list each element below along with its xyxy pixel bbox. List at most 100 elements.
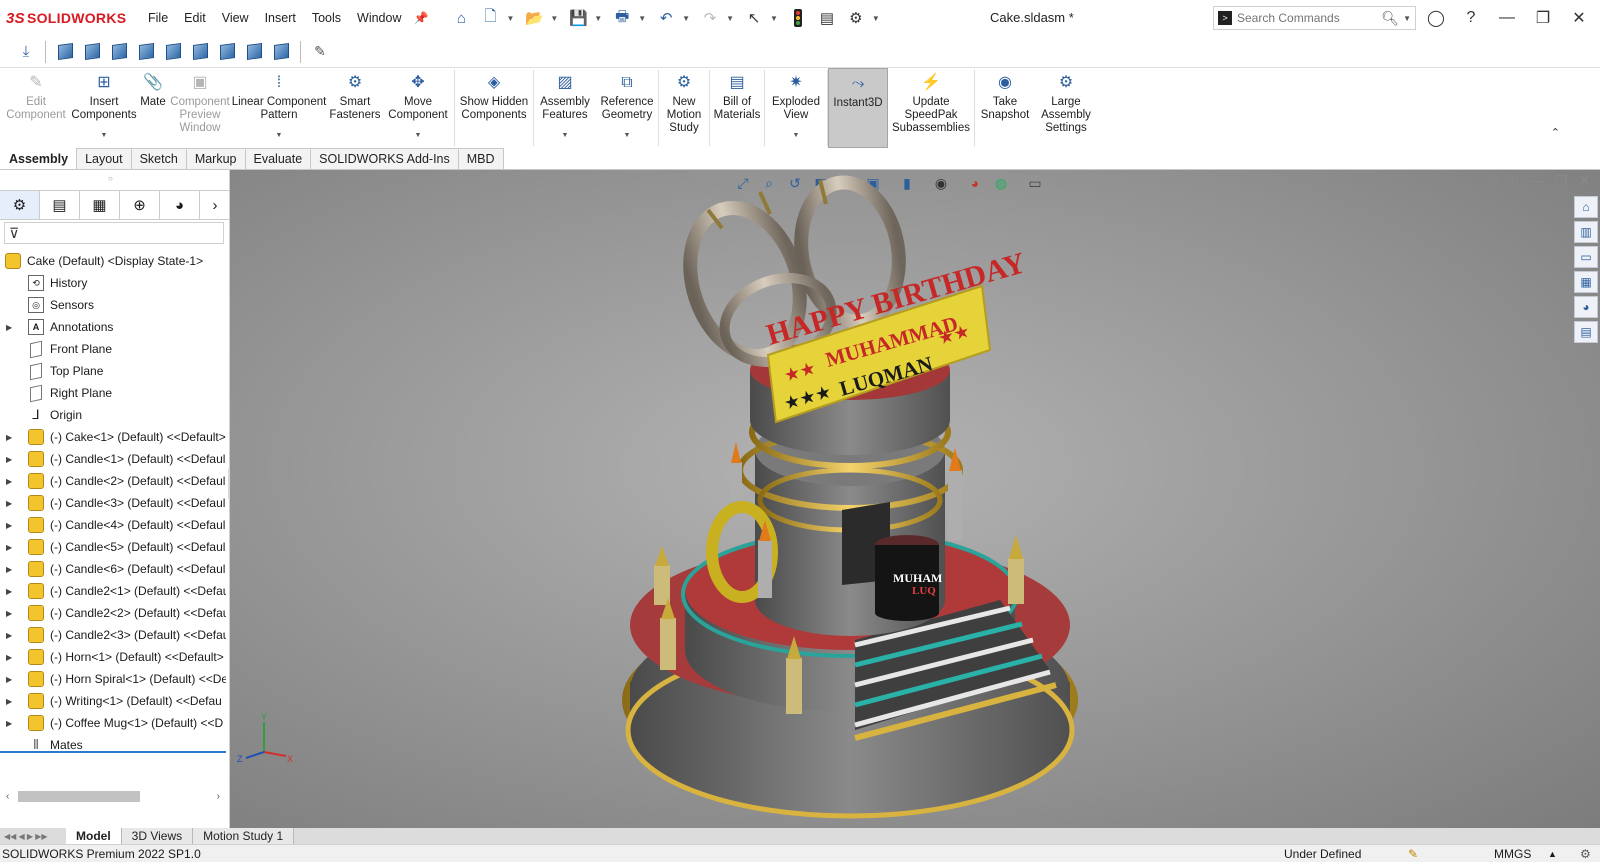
tree-item[interactable]: ▶ (-) Writing<1> (Default) <<Defau <box>0 690 226 712</box>
tree-item[interactable]: ▶ (-) Candle<2> (Default) <<Defaul <box>0 470 226 492</box>
view-selector-icon[interactable]: ✎ <box>308 40 332 64</box>
expand-arrow-icon[interactable]: ▶ <box>6 631 12 640</box>
chevron-down-icon[interactable]: ▼ <box>276 129 283 142</box>
pin-icon[interactable]: 📌 <box>414 11 429 25</box>
tree-item[interactable]: ▶ (-) Candle<3> (Default) <<Defaul <box>0 492 226 514</box>
chevron-right-icon[interactable]: › <box>200 191 230 219</box>
unit-system[interactable]: MMGS <box>1494 847 1531 861</box>
expand-arrow-icon[interactable]: ▶ <box>6 675 12 684</box>
tree-root[interactable]: Cake (Default) <Display State-1> <box>0 250 226 272</box>
chevron-down-icon[interactable]: ▼ <box>506 14 514 23</box>
expand-arrow-icon[interactable]: ▶ <box>6 499 12 508</box>
bottom-view-icon[interactable] <box>188 40 212 64</box>
minimize-icon[interactable]: — <box>1495 6 1519 30</box>
close-icon[interactable]: ✕ <box>1567 6 1591 30</box>
expand-arrow-icon[interactable]: ▶ <box>6 455 12 464</box>
chevron-down-icon[interactable]: ▼ <box>770 14 778 23</box>
tab-3d-views[interactable]: 3D Views <box>121 828 194 844</box>
tree-item[interactable]: ▶ (-) Candle<5> (Default) <<Defaul <box>0 536 226 558</box>
front-view-icon[interactable] <box>53 40 77 64</box>
tree-item[interactable]: ⟲ History <box>0 272 226 294</box>
scroll-right-icon[interactable]: › <box>217 791 220 802</box>
expand-arrow-icon[interactable]: ▶ <box>6 565 12 574</box>
menu-tools[interactable]: Tools <box>304 11 349 25</box>
tab-evaluate[interactable]: Evaluate <box>244 148 312 169</box>
new-document-icon[interactable]: 🗋 <box>477 5 503 31</box>
scroll-left-icon[interactable]: ‹ <box>6 791 9 802</box>
chevron-down-icon[interactable]: ▼ <box>550 14 558 23</box>
right-view-icon[interactable] <box>134 40 158 64</box>
edit-component-button[interactable]: ✎ Edit Component <box>0 68 72 148</box>
search-icon[interactable]: 🔍︎ <box>1381 10 1399 27</box>
menu-window[interactable]: Window <box>349 11 409 25</box>
scroll-thumb[interactable] <box>18 790 140 802</box>
tab-layout[interactable]: Layout <box>76 148 132 169</box>
menu-file[interactable]: File <box>140 11 176 25</box>
chevron-down-icon[interactable]: ▼ <box>1403 14 1411 23</box>
large-assembly-settings-button[interactable]: ⚙ Large Assembly Settings <box>1035 68 1097 148</box>
panel-grip-icon[interactable]: ○ <box>108 174 113 183</box>
customize-status-icon[interactable]: ⚙ <box>1580 847 1591 861</box>
file-properties-icon[interactable]: ▤ <box>814 5 840 31</box>
menu-edit[interactable]: Edit <box>176 11 214 25</box>
tree-item[interactable]: ▶ (-) Horn<1> (Default) <<Default> <box>0 646 226 668</box>
expand-arrow-icon[interactable]: ▶ <box>6 653 12 662</box>
dimetric-view-icon[interactable] <box>269 40 293 64</box>
redo-icon[interactable]: ↷ <box>697 5 723 31</box>
tree-horizontal-scrollbar[interactable]: ‹ › <box>2 788 224 804</box>
help-icon[interactable]: ? <box>1459 6 1483 30</box>
left-view-icon[interactable] <box>107 40 131 64</box>
expand-arrow-icon[interactable]: ▶ <box>6 477 12 486</box>
expand-arrow-icon[interactable]: ▶ <box>6 543 12 552</box>
dimxpert-manager-tab-icon[interactable]: ⊕ <box>120 191 160 219</box>
restore-icon[interactable]: ❐ <box>1531 6 1555 30</box>
chevron-down-icon[interactable]: ▼ <box>415 129 422 142</box>
tab-sketch[interactable]: Sketch <box>130 148 187 169</box>
tree-item[interactable]: ▶ (-) Horn Spiral<1> (Default) <<De <box>0 668 226 690</box>
tree-item[interactable]: Front Plane <box>0 338 226 360</box>
isometric-view-icon[interactable] <box>215 40 239 64</box>
bill-of-materials-button[interactable]: ▤ Bill of Materials <box>710 68 764 148</box>
expand-arrow-icon[interactable]: ▶ <box>6 719 12 728</box>
assembly-features-button[interactable]: ▨ Assembly Features ▼ <box>534 68 596 148</box>
tab-solidworks-add-ins[interactable]: SOLIDWORKS Add-Ins <box>310 148 459 169</box>
filter-icon[interactable]: ⊽ <box>9 225 19 242</box>
chevron-down-icon[interactable]: ▼ <box>682 14 690 23</box>
menu-view[interactable]: View <box>214 11 257 25</box>
back-view-icon[interactable] <box>80 40 104 64</box>
exploded-view-button[interactable]: ✷ Exploded View ▼ <box>765 68 827 148</box>
tree-item[interactable]: Right Plane <box>0 382 226 404</box>
component-preview-window-button[interactable]: ▣ Component Preview Window <box>170 68 230 148</box>
tree-item[interactable]: ▶ (-) Candle<1> (Default) <<Defaul <box>0 448 226 470</box>
update-speedpak-subassemblies-button[interactable]: ⚡ Update SpeedPak Subassemblies <box>888 68 974 148</box>
chevron-down-icon[interactable]: ▼ <box>594 14 602 23</box>
home-icon[interactable]: ⌂ <box>448 5 474 31</box>
save-icon[interactable]: 💾 <box>565 5 591 31</box>
chevron-down-icon[interactable]: ▼ <box>872 14 880 23</box>
rebuild-icon[interactable] <box>785 5 811 31</box>
open-icon[interactable]: 📂 <box>521 5 547 31</box>
tree-item[interactable]: ▶ (-) Candle<4> (Default) <<Defaul <box>0 514 226 536</box>
tree-item[interactable]: ◎ Sensors <box>0 294 226 316</box>
new-motion-study-button[interactable]: ⚙ New Motion Study <box>659 68 709 148</box>
tab-motion-study-1[interactable]: Motion Study 1 <box>193 828 295 844</box>
chevron-down-icon[interactable]: ▼ <box>793 129 800 142</box>
top-view-icon[interactable] <box>161 40 185 64</box>
tab-assembly[interactable]: Assembly <box>0 148 78 169</box>
tab-mbd[interactable]: MBD <box>457 148 504 169</box>
select-arrow-icon[interactable]: ↖ <box>741 5 767 31</box>
expand-arrow-icon[interactable]: ▶ <box>6 587 12 596</box>
rollback-bar[interactable] <box>0 751 226 753</box>
trimetric-view-icon[interactable] <box>242 40 266 64</box>
tab-model[interactable]: Model <box>66 828 122 844</box>
collapse-ribbon-icon[interactable]: ⌃ <box>1551 126 1560 139</box>
property-manager-tab-icon[interactable]: ▤ <box>40 191 80 219</box>
tree-item[interactable]: ▶ (-) Coffee Mug<1> (Default) <<D <box>0 712 226 734</box>
expand-arrow-icon[interactable]: ▶ <box>6 521 12 530</box>
linear-component-pattern-button[interactable]: ⁞ Linear Component Pattern ▼ <box>230 68 328 148</box>
insert-components-button[interactable]: ⊞ Insert Components ▼ <box>71 68 136 148</box>
tab-markup[interactable]: Markup <box>185 148 246 169</box>
tree-filter[interactable]: ⊽ <box>4 222 224 244</box>
take-snapshot-button[interactable]: ◉ Take Snapshot <box>975 68 1035 148</box>
expand-arrow-icon[interactable]: ▶ <box>6 609 12 618</box>
